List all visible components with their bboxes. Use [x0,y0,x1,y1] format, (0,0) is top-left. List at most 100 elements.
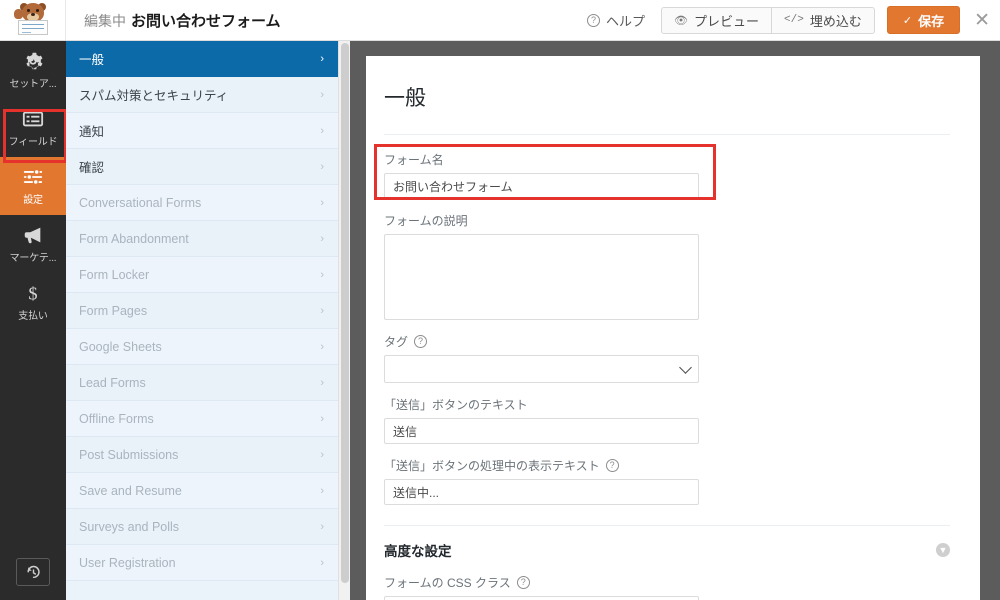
chevron-right-icon: › [320,520,324,533]
chevron-right-icon: › [320,232,324,245]
settings-list-item[interactable]: Lead Forms › [66,365,338,401]
check-icon: ✓ [902,14,913,27]
svg-text:$: $ [28,283,37,303]
form-css-class-input[interactable] [384,596,699,600]
rail-item-setup[interactable]: セットア... [0,41,66,99]
field-tags: タグ ? [384,333,950,383]
chevron-right-icon: › [320,448,324,461]
settings-list-item[interactable]: スパム対策とセキュリティ › [66,77,338,113]
chevron-right-icon: › [320,412,324,425]
history-undo-icon [26,565,40,578]
settings-list-item-label: Post Submissions [79,447,179,462]
title-divider [384,134,950,135]
close-icon[interactable]: ✕ [974,11,990,30]
app-logo [0,0,66,40]
settings-menu-list: 一般 › スパム対策とセキュリティ › 通知 › 確認 › Conversational For… [66,41,338,600]
gear-icon [26,52,43,70]
rail-item-marketing[interactable]: マーケテ... [0,215,66,273]
scrollbar-thumb[interactable] [341,43,349,583]
chevron-right-icon: › [320,304,324,317]
chevron-right-icon: › [320,484,324,497]
form-name-label: フォーム名 [384,153,444,167]
submit-text-label: 「送信」ボタンのテキスト [384,398,528,412]
fields-icon [22,111,44,127]
rail-item-settings[interactable]: 設定 [0,157,66,215]
tags-label: タグ ? [384,333,950,350]
settings-list-item[interactable]: Form Pages › [66,293,338,329]
settings-list-item-label: 確認 [79,161,105,175]
chevron-right-icon: › [320,196,324,209]
form-builder-app: 編集中 お問い合わせフォーム ? ヘルプ 👁 プレビュー </> 埋め込む ✓ 保… [0,0,1000,600]
settings-list-item-label: Form Locker [79,267,150,282]
submit-text-input[interactable] [384,418,699,444]
settings-list-item[interactable]: Conversational Forms › [66,185,338,221]
settings-list-item-label: Conversational Forms [79,195,202,210]
question-circle-icon[interactable]: ? [414,335,428,348]
tags-select[interactable] [384,355,699,383]
chevron-right-icon: › [320,268,324,281]
wpforms-mascot-logo-icon [13,3,53,37]
editing-label: 編集中 [84,12,126,29]
settings-list-item[interactable]: 通知 › [66,113,338,149]
settings-list-item[interactable]: Google Sheets › [66,329,338,365]
question-circle-icon[interactable]: ? [516,576,530,589]
left-icon-rail: セットア... フィールド 設定 マーケテ... $ 支払い [0,41,66,600]
chevron-right-icon: › [320,340,324,353]
form-name-input[interactable] [384,173,699,199]
settings-list-item[interactable]: User Registration › [66,545,338,581]
settings-list-item[interactable]: Form Locker › [66,257,338,293]
field-form-css-class: フォームの CSS クラス ? [384,574,950,600]
settings-list-item[interactable]: 確認 › [66,149,338,185]
rail-item-fields[interactable]: フィールド [0,99,66,157]
preview-label: プレビュー [694,13,760,29]
form-name-title: お問い合わせフォーム [131,12,281,30]
sliders-icon [23,168,43,186]
advanced-divider [384,525,950,526]
settings-list-item-label: 一般 [79,53,105,67]
embed-button[interactable]: </> 埋め込む [772,6,875,34]
settings-list-item-label: Google Sheets [79,339,162,354]
embed-label: 埋め込む [809,13,862,29]
general-settings-panel: 一般 フォーム名 フォームの説明 タグ ? [366,56,980,600]
rail-item-settings-label: 設定 [23,195,43,206]
form-description-textarea[interactable] [384,234,699,320]
settings-list-item[interactable]: Surveys and Polls › [66,509,338,545]
submit-processing-text-label: 「送信」ボタンの処理中の表示テキスト ? [384,457,950,474]
question-circle-icon: ? [587,13,601,27]
rail-item-payments[interactable]: $ 支払い [0,273,66,331]
settings-list-scrollbar[interactable] [338,41,350,600]
save-button[interactable]: ✓ 保存 [886,6,961,34]
preview-button[interactable]: 👁 プレビュー [661,6,773,34]
section-title: 一般 [384,87,426,110]
settings-list-item[interactable]: Post Submissions › [66,437,338,473]
chevron-right-icon: › [320,556,324,569]
chevron-right-icon: › [320,124,324,137]
preview-embed-group: 👁 プレビュー </> 埋め込む [661,6,875,34]
submit-processing-text-input[interactable] [384,479,699,505]
page-title: 編集中 お問い合わせフォーム [84,10,281,31]
question-circle-icon[interactable]: ? [605,459,619,472]
settings-list-item-label: Offline Forms [79,411,154,426]
form-description-label: フォームの説明 [384,214,468,228]
settings-list-item-label: User Registration [79,555,176,570]
settings-list-item[interactable]: 一般 › [66,41,338,77]
field-submit-processing-text: 「送信」ボタンの処理中の表示テキスト ? [384,457,950,505]
chevron-right-icon: › [320,52,324,65]
settings-list-item[interactable]: Offline Forms › [66,401,338,437]
chevron-right-icon: › [320,160,324,173]
field-submit-text: 「送信」ボタンのテキスト [384,396,950,444]
submit-processing-text-label-text: 「送信」ボタンの処理中の表示テキスト [384,459,600,473]
code-icon: </> [784,14,804,26]
rail-item-fields-label: フィールド [8,137,58,148]
dollar-icon: $ [28,283,37,303]
settings-list-item[interactable]: Save and Resume › [66,473,338,509]
help-label: ヘルプ [606,13,646,29]
help-button[interactable]: ? ヘルプ [581,11,661,30]
megaphone-icon [24,227,41,244]
chevron-down-circle-icon[interactable]: ▼ [936,543,950,557]
settings-list-item-label: Form Abandonment [79,231,189,246]
settings-list-item-label: Lead Forms [79,375,146,390]
settings-list-item[interactable]: Form Abandonment › [66,221,338,257]
revision-history-button[interactable] [16,558,50,586]
rail-item-payments-label: 支払い [18,311,48,322]
